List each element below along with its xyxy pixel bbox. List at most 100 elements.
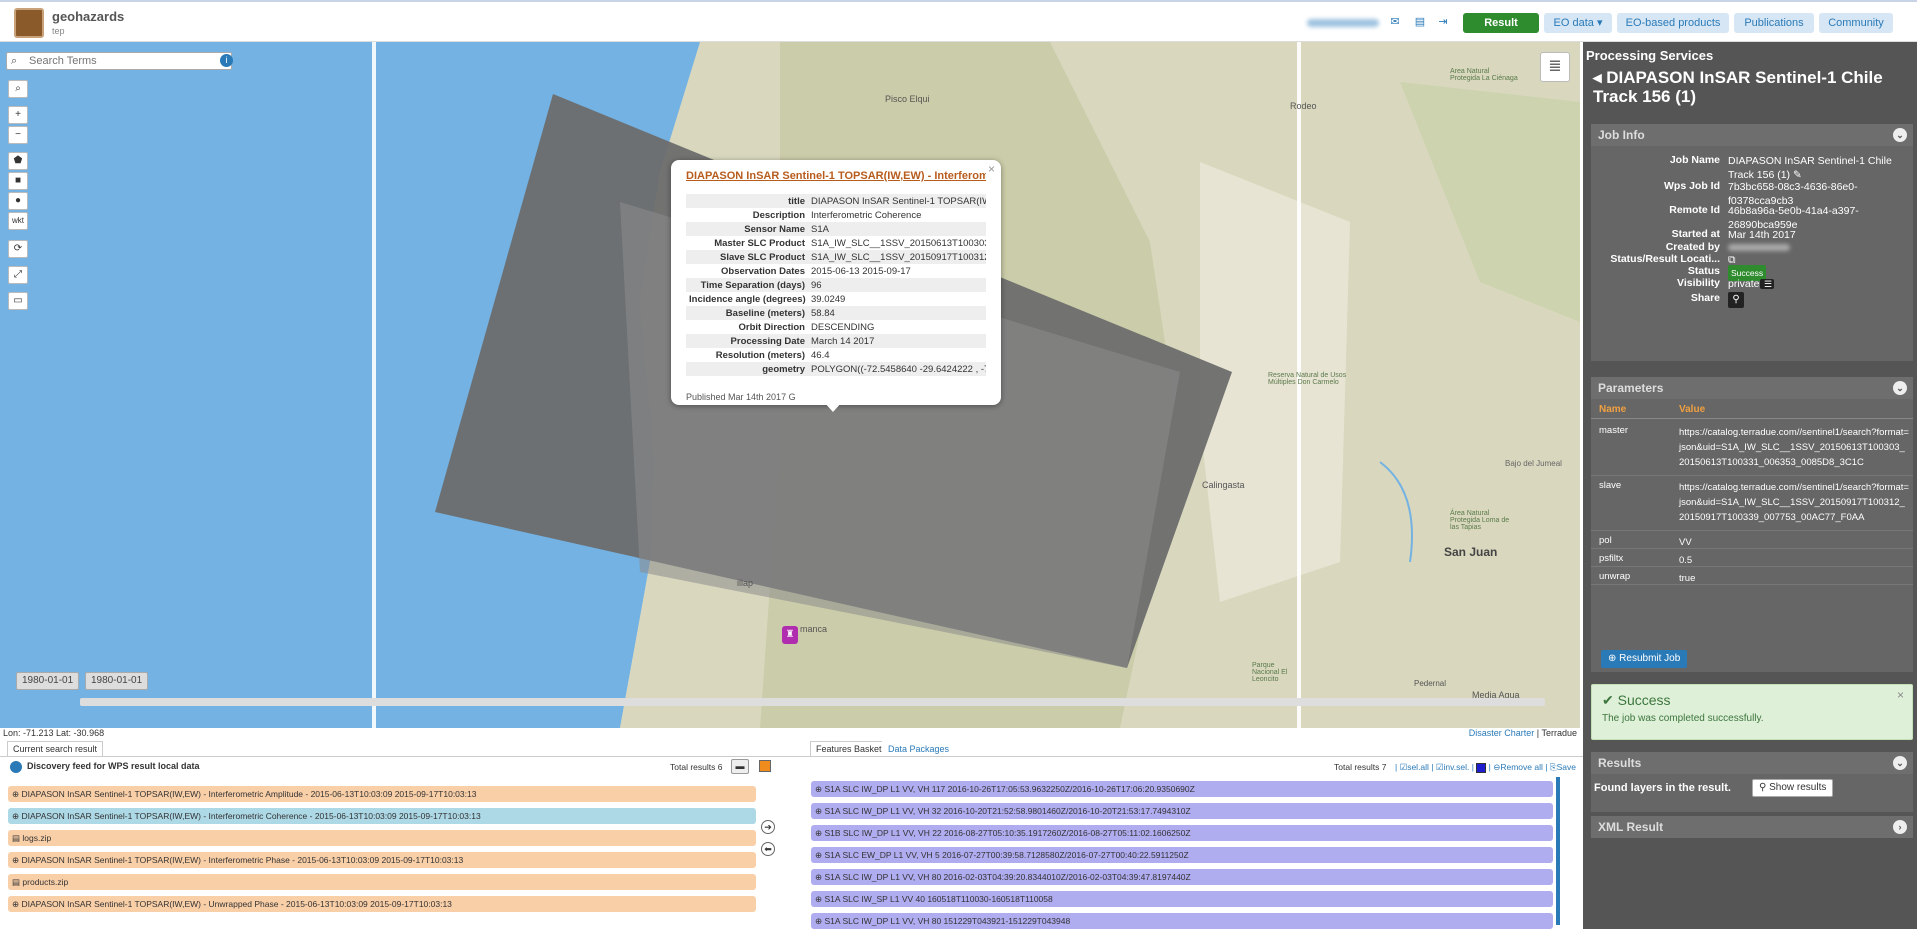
map-search-box[interactable]: ⌕ <box>6 52 232 70</box>
feed-list-item[interactable]: ⊕ DIAPASON InSAR Sentinel-1 TOPSAR(IW,EW… <box>8 852 756 868</box>
show-results-button[interactable]: ⚲ Show results <box>1752 779 1834 797</box>
ruler-icon[interactable]: ▭ <box>8 292 28 310</box>
chevron-down-icon[interactable]: ⌄ <box>1893 128 1907 142</box>
geohazards-logo[interactable] <box>14 8 44 38</box>
zoom-out-button[interactable]: − <box>8 126 28 144</box>
popup-row: Sensor Name S1A <box>686 222 986 236</box>
eo-products-menu[interactable]: EO-based products <box>1617 13 1729 33</box>
brand-name: geohazards <box>52 9 125 24</box>
visibility-toggle-icon[interactable]: ☰ <box>1759 279 1775 289</box>
chevron-right-icon[interactable]: › <box>1893 820 1907 834</box>
job-info-label: Job Info <box>1598 128 1645 142</box>
tab-current-search[interactable]: Current search result <box>7 741 104 756</box>
remove-all-link[interactable]: Remove all <box>1500 762 1543 772</box>
place-reserva: Reserva Natural de Usos Múltiples Don Ca… <box>1268 372 1347 386</box>
popup-row-key: geometry <box>762 363 805 375</box>
invert-selection-link[interactable]: inv.sel. <box>1444 762 1470 772</box>
results-header[interactable]: Results ⌄ <box>1591 752 1913 774</box>
job-info-key: Status <box>1687 265 1720 277</box>
draw-polygon-icon[interactable]: ⬟ <box>8 152 28 170</box>
popup-row-value: DIAPASON InSAR Sentinel-1 TOPSAR(IW,EW) … <box>811 195 986 207</box>
popup-row-value: 2015-06-13 2015-09-17 <box>811 265 911 277</box>
list-view-icon[interactable]: ▬ <box>731 759 749 774</box>
popup-row-value: S1A_IW_SLC__1SSV_20150613T100303_ <box>811 237 986 249</box>
basket-scrollbar[interactable] <box>1556 777 1560 925</box>
resubmit-job-button[interactable]: ⊕ Resubmit Job <box>1601 650 1688 668</box>
result-button[interactable]: Result <box>1463 13 1539 33</box>
panel-heading: Processing Services <box>1586 48 1714 63</box>
draw-box-icon[interactable]: ■ <box>8 172 28 190</box>
mail-icon[interactable]: ✉ <box>1388 15 1402 29</box>
popup-row-value: DESCENDING <box>811 321 875 333</box>
feed-list-item[interactable]: ⊕ DIAPASON InSAR Sentinel-1 TOPSAR(IW,EW… <box>8 786 756 802</box>
arrow-left-icon[interactable]: ⬅ <box>761 842 775 856</box>
chevron-down-icon[interactable]: ⌄ <box>1893 756 1907 770</box>
zoom-in-button[interactable]: + <box>8 106 28 124</box>
publications-menu[interactable]: Publications <box>1734 13 1814 33</box>
wkt-button[interactable]: wkt <box>8 212 28 230</box>
popup-row-key: title <box>788 195 805 207</box>
basket-list-item[interactable]: ⊕ S1A SLC IW_SP L1 VV 40 160518T110030-1… <box>811 891 1553 907</box>
param-row: master https://catalog.terradue.com//sent… <box>1591 421 1913 476</box>
logout-icon[interactable]: ⇥ <box>1436 15 1450 29</box>
time-slider[interactable] <box>80 698 1545 706</box>
basket-list-item[interactable]: ⊕ S1A SLC IW_DP L1 VV, VH 80 2016-02-03T… <box>811 869 1553 885</box>
basket-list-item[interactable]: ⊕ S1B SLC IW_DP L1 VV, VH 22 2016-08-27T… <box>811 825 1553 841</box>
save-link[interactable]: Save <box>1557 762 1576 772</box>
search-input[interactable] <box>29 53 229 69</box>
job-info-key: Wps Job Id <box>1664 180 1720 192</box>
layers-icon[interactable]: ≣ <box>1540 52 1570 82</box>
date-end[interactable]: 1980-01-01 <box>85 672 149 690</box>
feed-item-label: products.zip <box>22 877 69 887</box>
tab-data-packages[interactable]: Data Packages <box>882 741 956 756</box>
arrow-right-icon[interactable]: ➔ <box>761 820 775 834</box>
date-start[interactable]: 1980-01-01 <box>16 672 80 690</box>
color-swatch-orange[interactable] <box>759 760 771 772</box>
popup-row: Resolution (meters) 46.4 <box>686 348 986 362</box>
basket-item-label: S1A SLC EW_DP L1 VV, VH 5 2016-07-27T00:… <box>824 850 1189 860</box>
fullscreen-icon[interactable]: ⤢ <box>8 266 28 284</box>
success-alert: × ✔ Success The job was completed succes… <box>1591 684 1913 740</box>
close-icon[interactable]: × <box>988 162 995 176</box>
close-icon[interactable]: × <box>1897 688 1904 702</box>
attr-link-b[interactable]: Terradue <box>1541 728 1577 738</box>
basket-list-item[interactable]: ⊕ S1A SLC IW_DP L1 VV, VH 80 151229T0439… <box>811 913 1553 929</box>
share-icon[interactable]: ⚲ <box>1728 292 1744 308</box>
tab-features-basket[interactable]: Features Basket <box>810 741 888 756</box>
feed-item-label: DIAPASON InSAR Sentinel-1 TOPSAR(IW,EW) … <box>21 855 464 865</box>
draw-point-icon[interactable]: ● <box>8 192 28 210</box>
chevron-down-icon[interactable]: ⌄ <box>1893 381 1907 395</box>
basket-list-item[interactable]: ⊕ S1A SLC IW_DP L1 VV, VH 32 2016-10-20T… <box>811 803 1553 819</box>
search-tool-icon[interactable]: ⌕ <box>8 80 28 98</box>
xml-header[interactable]: XML Result › <box>1591 816 1913 838</box>
basket-list-item[interactable]: ⊕ S1A SLC IW_DP L1 VV, VH 117 2016-10-26… <box>811 781 1553 797</box>
popup-row-value: S1A <box>811 223 829 235</box>
popup-row: Baseline (meters) 58.84 <box>686 306 986 320</box>
map-view[interactable]: Pisco Elqui Rodeo Calingasta San Juan Me… <box>0 42 1580 728</box>
job-info-value: DIAPASON InSAR Sentinel-1 Chile Track 15… <box>1728 155 1892 181</box>
job-info-header[interactable]: Job Info ⌄ <box>1591 124 1913 146</box>
basket-list-item[interactable]: ⊕ S1A SLC EW_DP L1 VV, VH 5 2016-07-27T0… <box>811 847 1553 863</box>
map-marker-icon[interactable]: ♜ <box>782 626 798 644</box>
info-icon[interactable]: i <box>220 54 233 67</box>
feed-list-item[interactable]: ▤ logs.zip <box>8 830 756 846</box>
job-info-key: Share <box>1690 292 1720 304</box>
feed-list-item[interactable]: ⊕ DIAPASON InSAR Sentinel-1 TOPSAR(IW,EW… <box>8 808 756 824</box>
select-all-link[interactable]: sel.all <box>1407 762 1429 772</box>
basket-item-label: S1A SLC IW_DP L1 VV, VH 117 2016-10-26T1… <box>824 784 1195 794</box>
community-menu[interactable]: Community <box>1819 13 1893 33</box>
eo-data-menu[interactable]: EO data ▾ <box>1544 13 1612 33</box>
popup-title-link[interactable]: DIAPASON InSAR Sentinel-1 TOPSAR(IW,EW) … <box>686 170 986 182</box>
book-icon[interactable]: ▤ <box>1413 15 1427 29</box>
popup-row-value: Interferometric Coherence <box>811 209 922 221</box>
username-blurred[interactable] <box>1307 19 1379 27</box>
popup-row: geometry POLYGON((-72.5458640 -29.6424222… <box>686 362 986 376</box>
feed-list-item[interactable]: ⊕ DIAPASON InSAR Sentinel-1 TOPSAR(IW,EW… <box>8 896 756 912</box>
popup-row-key: Description <box>752 209 805 221</box>
refresh-icon[interactable]: ⟳ <box>8 240 28 258</box>
parameters-header[interactable]: Parameters ⌄ <box>1591 377 1913 399</box>
color-swatch-blue[interactable] <box>1476 762 1487 773</box>
place-calingasta: Calingasta <box>1202 480 1245 490</box>
feed-list-item[interactable]: ▤ products.zip <box>8 874 756 890</box>
attr-link-a[interactable]: Disaster Charter <box>1469 728 1535 738</box>
